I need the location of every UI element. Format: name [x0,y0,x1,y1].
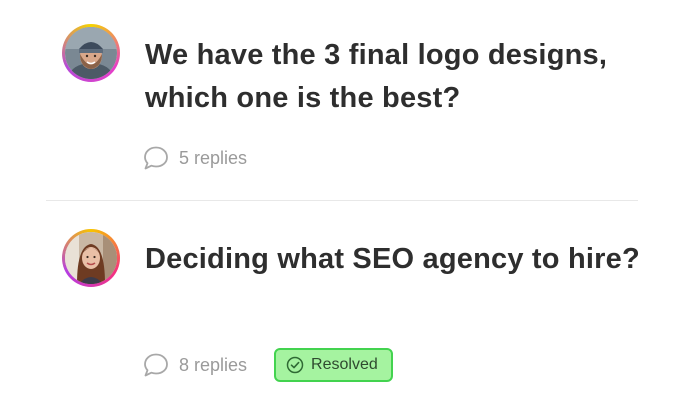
thread-item[interactable]: Deciding what SEO agency to hire? 8 repl… [0,202,684,410]
comment-bubble-icon [144,146,168,170]
thread-meta: 5 replies [142,140,247,176]
check-circle-icon [286,356,304,374]
status-badge: Resolved [274,348,393,382]
comment-bubble-icon [144,353,168,377]
avatar-man-image [65,27,117,79]
avatar[interactable] [62,24,120,82]
status-badge-label: Resolved [311,356,378,373]
replies-count: 5 replies [179,147,248,168]
replies-link[interactable]: 5 replies [142,144,247,172]
thread-title[interactable]: Deciding what SEO agency to hire? [145,238,645,281]
thread-title[interactable]: We have the 3 final logo designs, which … [145,34,645,120]
thread-item[interactable]: We have the 3 final logo designs, which … [0,0,684,200]
thread-meta: 8 replies Resolved [142,347,393,383]
replies-count: 8 replies [179,354,248,375]
avatar-woman-image [65,232,117,284]
divider [46,200,638,201]
replies-link[interactable]: 8 replies [142,351,247,379]
avatar[interactable] [62,229,120,287]
